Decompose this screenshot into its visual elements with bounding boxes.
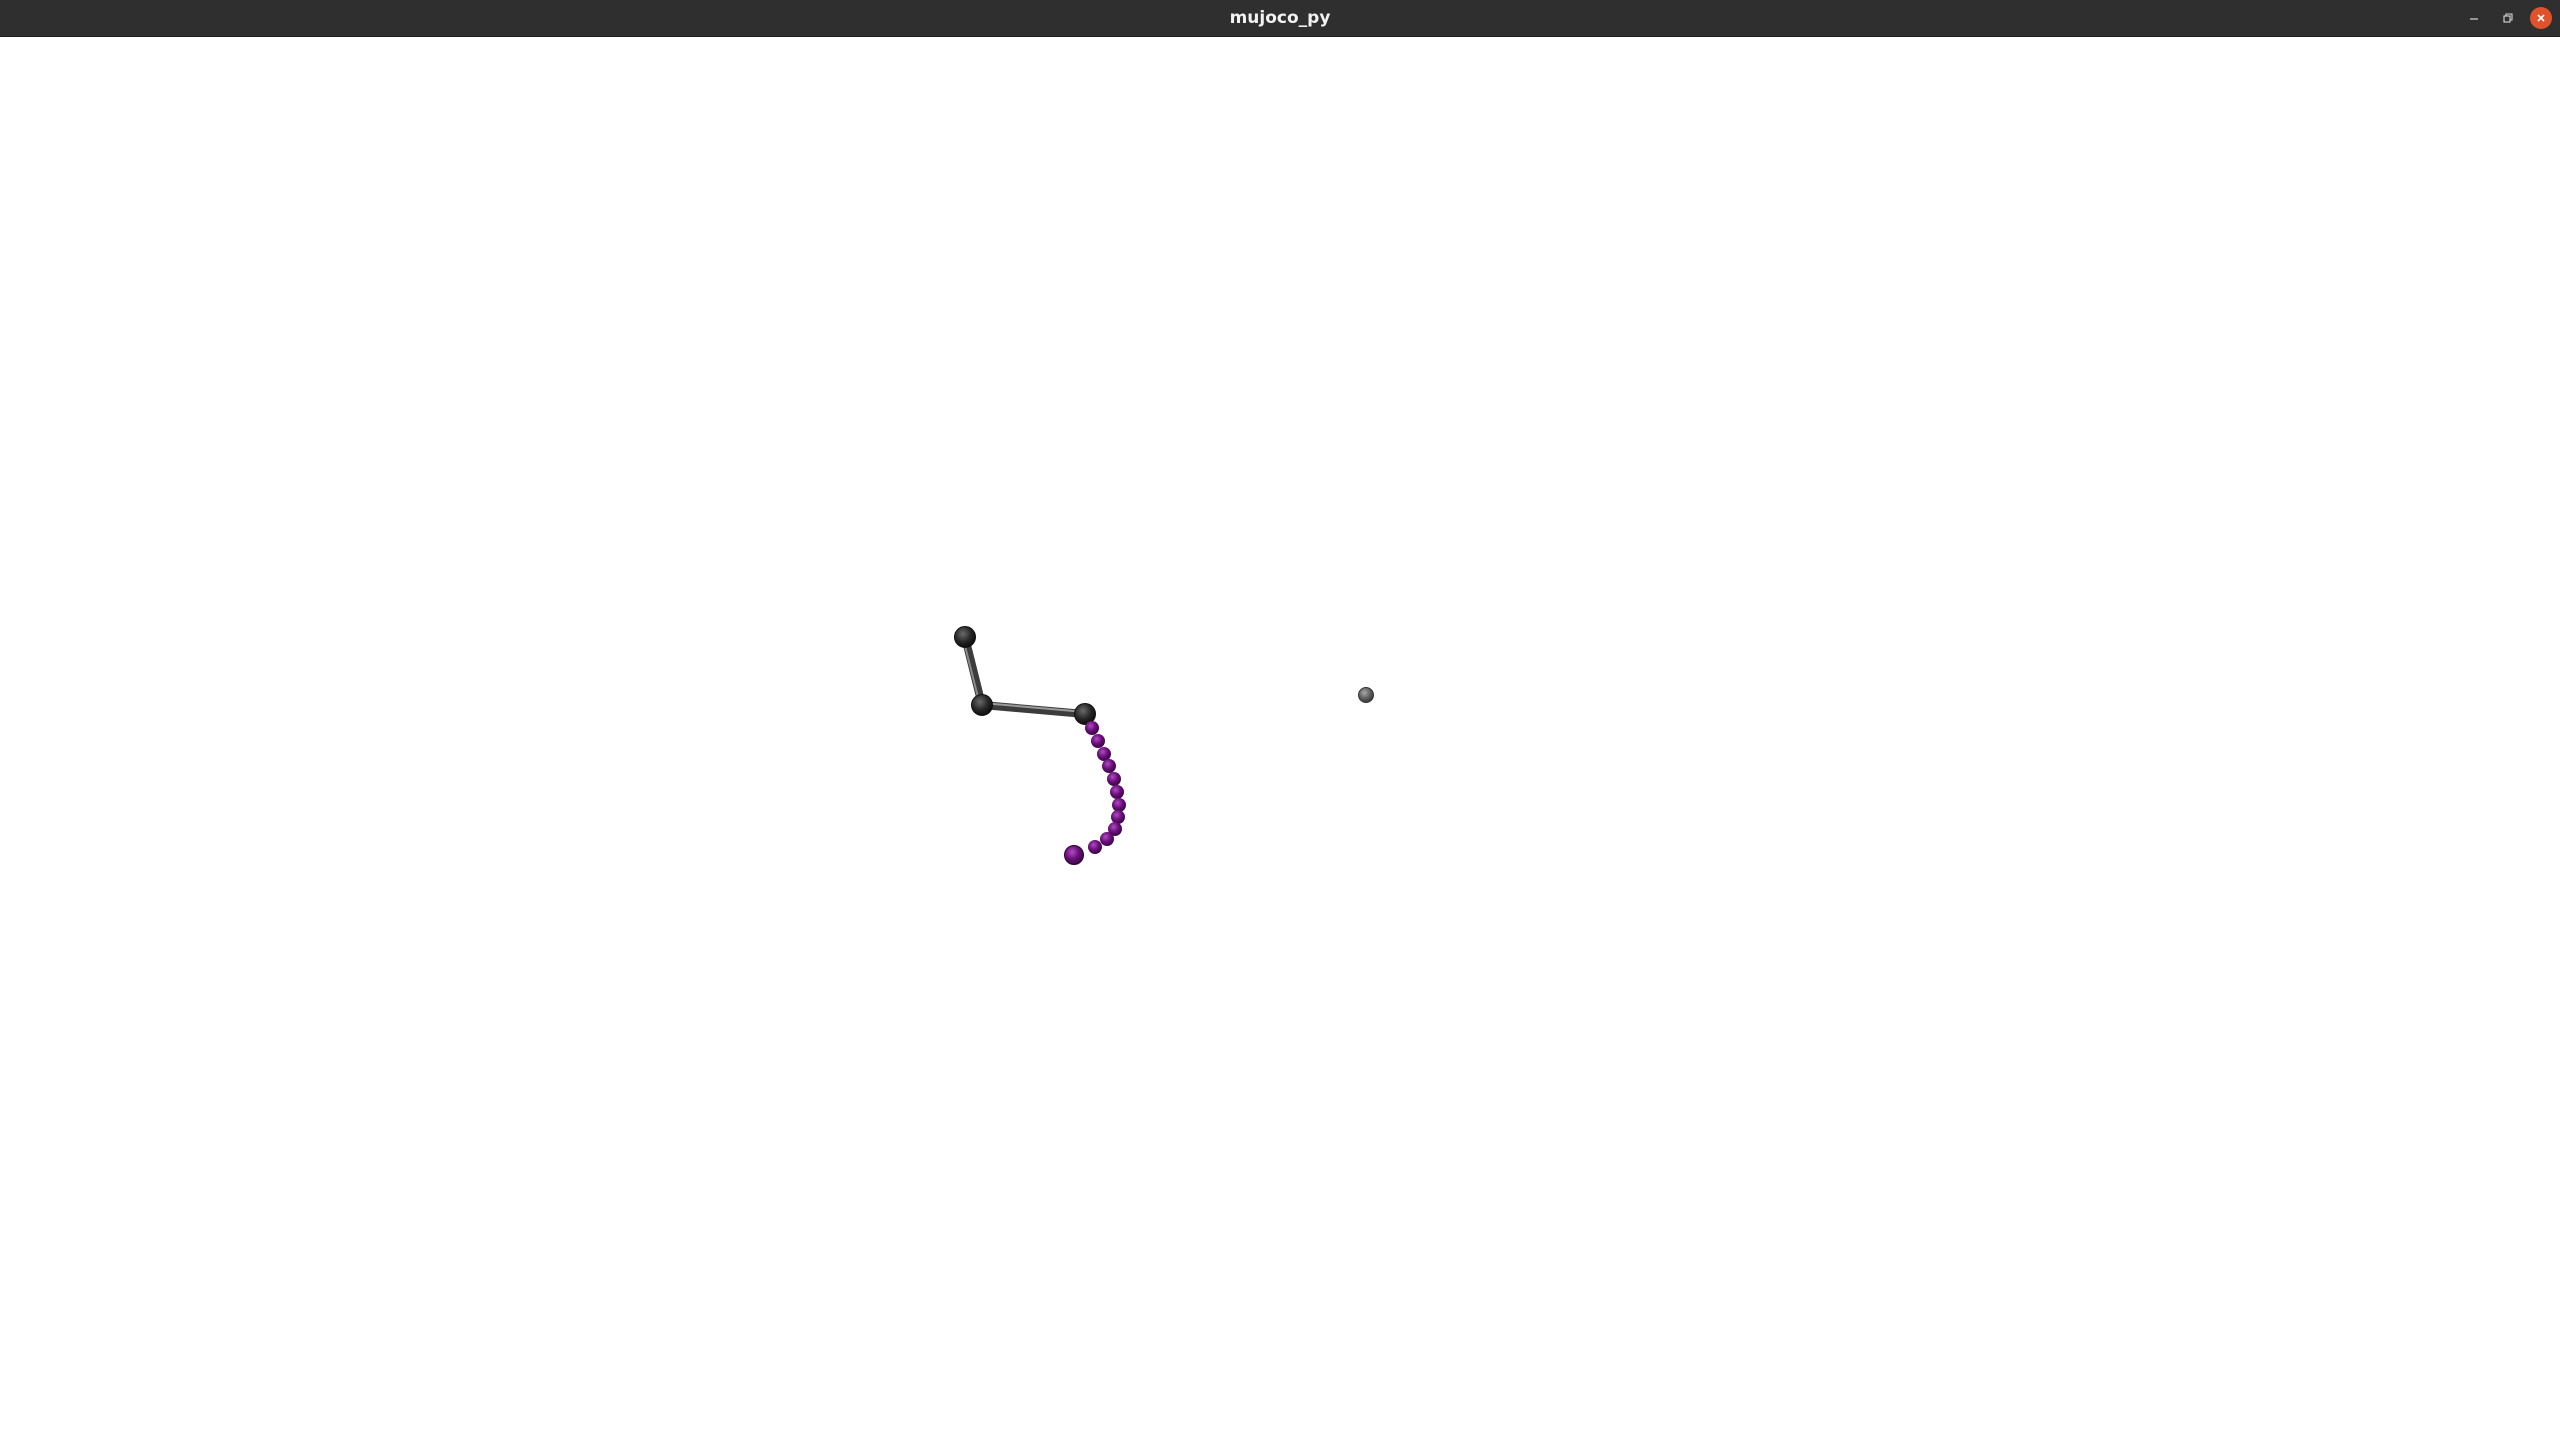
rope-bead xyxy=(1107,772,1121,786)
window-title: mujoco_py xyxy=(1229,8,1331,28)
minimize-button[interactable] xyxy=(2463,7,2485,29)
restore-button[interactable] xyxy=(2497,7,2519,29)
simulation-scene xyxy=(954,626,1374,865)
robot-arm xyxy=(954,626,1096,725)
arm-joint-elbow xyxy=(971,694,993,716)
title-bar[interactable]: mujoco_py xyxy=(0,0,2560,37)
rope-bead xyxy=(1111,810,1125,824)
close-button[interactable] xyxy=(2530,7,2552,29)
rope xyxy=(1064,721,1126,865)
arm-joint-base xyxy=(954,626,976,648)
rope-bead xyxy=(1085,721,1099,735)
rope-bead xyxy=(1110,785,1124,799)
rope-bead xyxy=(1112,798,1126,812)
restore-icon xyxy=(2503,13,2513,23)
mujoco-window: mujoco_py xyxy=(0,0,2560,1440)
close-icon xyxy=(2537,14,2545,22)
rope-end xyxy=(1064,845,1084,865)
arm-link-lower xyxy=(978,701,1089,718)
rope-bead xyxy=(1088,840,1102,854)
target-marker xyxy=(1358,687,1374,703)
rope-bead xyxy=(1102,759,1116,773)
rope-bead xyxy=(1100,832,1114,846)
minimize-icon xyxy=(2470,18,2478,20)
rope-bead xyxy=(1091,734,1105,748)
rope-bead xyxy=(1097,747,1111,761)
render-viewport[interactable] xyxy=(0,37,2560,1440)
